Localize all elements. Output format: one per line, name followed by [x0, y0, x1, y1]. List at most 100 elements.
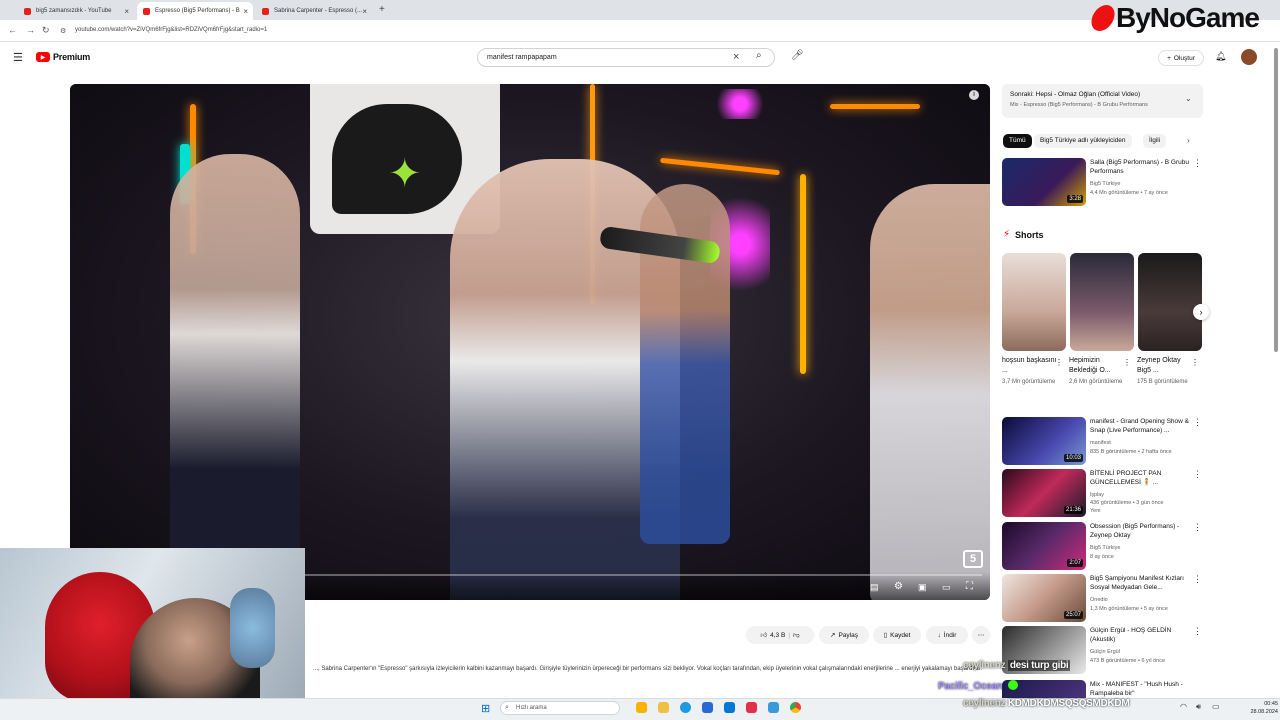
channel-name: Big5 Türkiye [1090, 181, 1121, 187]
app-icon[interactable] [746, 702, 757, 713]
subtitles-icon[interactable]: ▤ [870, 582, 879, 593]
chat-user: Pacific_Ocean [938, 681, 1003, 692]
forward-icon[interactable]: → [26, 25, 35, 35]
youtube-favicon-icon [262, 7, 269, 15]
fullscreen-icon[interactable]: ⛶ [966, 581, 973, 592]
more-vert-icon[interactable]: ⋮ [1193, 417, 1202, 428]
save-button[interactable]: ▯ Kaydet [873, 626, 921, 644]
list-item[interactable]: Mix - MANIFEST - "Hush Hush - Rampaleba … [1002, 680, 1204, 698]
battery-icon[interactable]: ▭ [1212, 702, 1220, 711]
chat-user: ceylinenz [963, 660, 1006, 671]
store-icon[interactable] [702, 702, 713, 713]
list-item[interactable]: 3:28 Salla (Big5 Performans) - B Grubu P… [1002, 158, 1204, 206]
app-icon[interactable] [768, 702, 779, 713]
more-icon: ⋯ [977, 632, 985, 639]
avatar[interactable] [1241, 49, 1257, 65]
thumbs-down-icon: 👎︎ [793, 632, 800, 639]
list-item[interactable]: 10:03 manifest - Grand Opening Show & Sn… [1002, 417, 1204, 465]
chevron-down-icon[interactable]: ⌄ [1185, 94, 1192, 103]
video-player[interactable]: ✦ i 5 ▤ ⚙ ▣ ▭ ⛶ [70, 84, 990, 600]
chip-all[interactable]: Tümü [1003, 134, 1032, 148]
settings-gear-icon[interactable]: ⚙ [894, 581, 903, 592]
clock-date: 28.08.2024 [1250, 709, 1278, 715]
shorts-header: ⚡︎ Shorts [1003, 229, 1044, 240]
video-title: Gülçin Ergül - HOŞ GELDİN (Akustik) [1090, 627, 1172, 643]
chrome-icon[interactable] [790, 702, 801, 713]
close-icon[interactable]: × [124, 7, 129, 16]
taskbar-search[interactable]: ⌕ Hızlı arama [500, 701, 620, 715]
microphone-icon[interactable]: 🎤︎ [791, 50, 804, 61]
bynogame-logo: ByNoGame [1088, 2, 1260, 34]
search-icon: ⌕ [505, 704, 509, 711]
edge-icon[interactable] [680, 702, 691, 713]
duration-badge: 2:07 [1067, 559, 1083, 567]
list-item[interactable]: 2:07 Obsession (Big5 Performans) - Zeyne… [1002, 522, 1204, 570]
short-thumbnail[interactable] [1002, 253, 1066, 351]
share-button[interactable]: ↗ Paylaş [819, 626, 869, 644]
video-title: manifest - Grand Opening Show & Snap (Li… [1090, 418, 1189, 434]
more-vert-icon[interactable]: ⋮ [1193, 469, 1202, 480]
shorts-icon: ⚡︎ [1003, 229, 1011, 240]
back-icon[interactable]: ← [8, 25, 17, 35]
like-button[interactable]: 👍︎ 4,3 B | 👎︎ [746, 626, 814, 644]
windows-start-icon[interactable]: ⊞ [481, 702, 490, 715]
short-thumbnail[interactable] [1138, 253, 1202, 351]
short-title: Zeynep Oktay Big5 ... [1137, 357, 1181, 374]
more-vert-icon[interactable]: ⋮ [1193, 522, 1202, 533]
list-item[interactable]: 25:07 Big5 Şampiyonu Manifest Kızları So… [1002, 574, 1204, 622]
webcam-overlay [0, 548, 305, 720]
url-field[interactable]: youtube.com/watch?v=ZiVQm6frFjg&list=RDZ… [75, 27, 267, 33]
channel-name: lşplay [1090, 492, 1105, 498]
more-actions-button[interactable]: ⋯ [972, 626, 990, 644]
site-info-icon[interactable]: ⚙ [60, 27, 66, 35]
download-button[interactable]: ↓ İndir [926, 626, 968, 644]
duration-badge: 21:36 [1063, 506, 1083, 514]
clear-search-icon[interactable]: × [733, 51, 739, 63]
info-icon[interactable]: i [969, 90, 979, 100]
chevron-right-icon[interactable]: › [1187, 136, 1190, 145]
more-vert-icon[interactable]: ⋮ [1123, 358, 1131, 367]
volume-icon[interactable]: 🔊︎ [1196, 702, 1201, 712]
theater-mode-icon[interactable]: ▭ [942, 582, 951, 593]
duration-badge: 3:28 [1067, 195, 1083, 203]
page-scrollbar[interactable] [1274, 48, 1278, 352]
youtube-premium-logo[interactable]: ▶ Premium [36, 52, 90, 62]
more-vert-icon[interactable]: ⋮ [1193, 626, 1202, 637]
browser-tab-active[interactable]: Espresso (Big5 Performans) - B × [137, 2, 253, 20]
taskbar-search-placeholder: Hızlı arama [516, 705, 547, 711]
chat-message: Pacific_Ocean [938, 680, 1018, 692]
file-explorer-icon[interactable] [658, 702, 669, 713]
more-vert-icon[interactable]: ⋮ [1193, 574, 1202, 585]
close-icon[interactable]: × [243, 7, 248, 16]
create-button[interactable]: + Oluştur [1158, 50, 1204, 66]
duration-badge: 25:07 [1063, 611, 1083, 619]
close-icon[interactable]: × [362, 7, 367, 16]
chip-uploader[interactable]: Big5 Türkiye adlı yükleyiciden [1034, 134, 1132, 148]
more-vert-icon[interactable]: ⋮ [1191, 358, 1199, 367]
taskview-icon[interactable] [636, 702, 647, 713]
menu-icon[interactable]: ☰ [13, 51, 23, 64]
taskbar-clock[interactable]: 00:45 28.08.2024 [1238, 700, 1278, 716]
reload-icon[interactable]: ↻ [42, 25, 50, 36]
up-next-panel[interactable]: Sonraki: Hepsi - Olmaz Oğlan (Official V… [1002, 84, 1203, 118]
video-thumbnail: 10:03 [1002, 417, 1086, 465]
short-thumbnail[interactable] [1070, 253, 1134, 351]
miniplayer-icon[interactable]: ▣ [918, 582, 927, 593]
mail-icon[interactable] [724, 702, 735, 713]
more-vert-icon[interactable]: ⋮ [1193, 158, 1202, 169]
chip-related[interactable]: İlgili [1143, 134, 1167, 148]
search-query: manifest rampapapam [487, 54, 557, 61]
new-tab-icon[interactable]: + [379, 4, 385, 15]
browser-tab[interactable]: Sabrina Carpenter - Espresso (... × [256, 2, 372, 20]
wifi-icon[interactable]: ◠ [1180, 702, 1187, 711]
short-views: 175 B görüntüleme [1137, 379, 1188, 385]
shorts-label: Shorts [1015, 229, 1044, 240]
search-icon[interactable]: ⌕ [756, 50, 762, 61]
video-description[interactable]: ..., Sabrina Carpenter'ın "Espresso" şar… [305, 662, 995, 692]
notifications-bell-icon[interactable]: 🔔︎ [1215, 51, 1226, 62]
browser-tab[interactable]: big5 zamansızdık - YouTube × [18, 2, 134, 20]
more-vert-icon[interactable]: ⋮ [1055, 358, 1063, 367]
list-item[interactable]: 21:36 BİTENLİ PROJECT PAN GÜNCELLEMESİ 🧍… [1002, 469, 1204, 517]
search-input[interactable]: manifest rampapapam × [477, 48, 775, 67]
chevron-right-icon[interactable]: › [1193, 304, 1209, 320]
